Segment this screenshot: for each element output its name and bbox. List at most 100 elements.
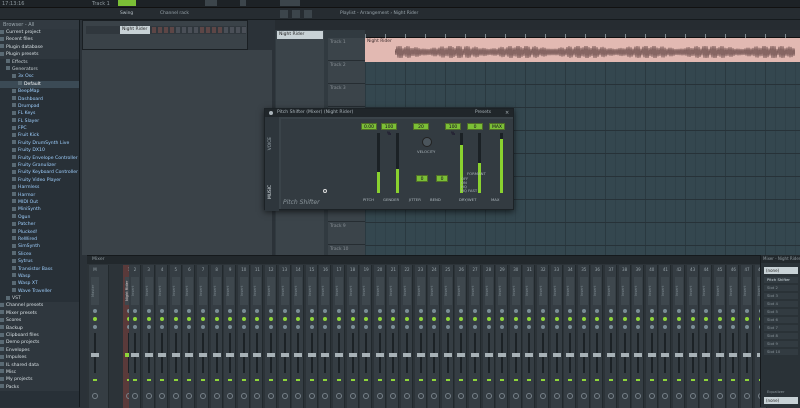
- route-icon[interactable]: [213, 393, 220, 399]
- pan-dot[interactable]: [269, 317, 273, 321]
- mixer-strip[interactable]: 14 Insert: [292, 265, 305, 408]
- mixer-strip[interactable]: 38 Insert: [618, 265, 631, 408]
- mixer-strip[interactable]: 15 Insert: [305, 265, 318, 408]
- tab-music[interactable]: MUSIC: [268, 185, 273, 199]
- mixer-strip[interactable]: 31 Insert: [523, 265, 536, 408]
- step-pad[interactable]: [158, 27, 162, 33]
- mixer-strip[interactable]: 20 Insert: [373, 265, 386, 408]
- fx-slot[interactable]: Slot 9: [764, 341, 798, 347]
- fader-cap[interactable]: [511, 353, 520, 357]
- pan-dot[interactable]: [704, 325, 709, 329]
- step-pad[interactable]: [242, 27, 246, 33]
- browser-item[interactable]: MIDI Out: [0, 199, 79, 206]
- mixer-strip[interactable]: 2 Insert: [129, 265, 141, 408]
- pan-dot[interactable]: [255, 309, 260, 313]
- pan-dot[interactable]: [622, 309, 627, 313]
- pan-dot[interactable]: [473, 309, 477, 313]
- pan-dot[interactable]: [731, 325, 736, 329]
- fx-slot[interactable]: Slot 10: [764, 349, 798, 355]
- fader-cap[interactable]: [702, 353, 711, 357]
- track-header[interactable]: Track 2: [328, 61, 365, 84]
- fader-cap[interactable]: [321, 353, 330, 357]
- route-icon[interactable]: [336, 393, 342, 399]
- pan-dot[interactable]: [296, 325, 301, 329]
- pan-dot[interactable]: [649, 325, 654, 329]
- pan-dot[interactable]: [214, 317, 219, 321]
- step-pad[interactable]: [236, 27, 240, 33]
- pan-dot[interactable]: [609, 317, 613, 321]
- pan-dot[interactable]: [568, 325, 573, 329]
- plugin-value-display[interactable]: 100 %: [381, 123, 397, 137]
- pan-dot[interactable]: [364, 309, 369, 313]
- browser-item[interactable]: Misc: [0, 368, 79, 377]
- route-icon[interactable]: [567, 393, 574, 399]
- pan-dot[interactable]: [160, 317, 165, 321]
- pan-dot[interactable]: [337, 309, 341, 313]
- fader-cap[interactable]: [457, 353, 466, 357]
- pan-dot[interactable]: [581, 317, 586, 321]
- pan-dot[interactable]: [282, 317, 287, 321]
- pan-dot[interactable]: [146, 317, 151, 321]
- route-icon[interactable]: [186, 393, 193, 399]
- track-header[interactable]: Track 9: [328, 222, 365, 245]
- route-icon[interactable]: [159, 393, 166, 399]
- browser-item[interactable]: Plugin database: [0, 43, 79, 52]
- fader-cap[interactable]: [131, 353, 139, 357]
- pan-dot[interactable]: [609, 325, 613, 329]
- route-icon[interactable]: [689, 393, 696, 399]
- pan-dot[interactable]: [527, 317, 532, 321]
- pan-dot[interactable]: [731, 309, 736, 313]
- pan-dot[interactable]: [364, 325, 369, 329]
- presets-label[interactable]: Presets: [475, 110, 491, 115]
- fader-cap[interactable]: [471, 353, 479, 357]
- browser-item[interactable]: Plugin presets: [0, 51, 79, 59]
- mixer-strip[interactable]: 18 Insert: [346, 265, 359, 408]
- mixer-strip[interactable]: 28 Insert: [482, 265, 495, 408]
- pan-dot[interactable]: [405, 317, 409, 321]
- pan-dot[interactable]: [146, 309, 151, 313]
- route-icon[interactable]: [703, 393, 710, 399]
- browser-item[interactable]: Harmless: [0, 184, 79, 191]
- pan-dot[interactable]: [745, 325, 749, 329]
- route-icon[interactable]: [268, 393, 274, 399]
- fader-cap[interactable]: [199, 353, 207, 357]
- pan-dot[interactable]: [513, 309, 518, 313]
- browser-item[interactable]: ReWired: [0, 236, 79, 243]
- browser-item[interactable]: Mixer presets: [0, 309, 79, 318]
- tab-voice[interactable]: VOICE: [268, 137, 273, 150]
- fx-slot-1[interactable]: Pitch Shifter: [764, 277, 798, 283]
- pan-dot[interactable]: [554, 325, 559, 329]
- pan-dot[interactable]: [269, 309, 273, 313]
- fader-cap[interactable]: [375, 353, 384, 357]
- mixer-strip[interactable]: 6 Insert: [183, 265, 196, 408]
- fader-cap[interactable]: [389, 353, 398, 357]
- pan-dot[interactable]: [432, 317, 437, 321]
- pan-dot[interactable]: [636, 309, 641, 313]
- pan-dot[interactable]: [309, 317, 314, 321]
- fader-cap[interactable]: [498, 353, 507, 357]
- plugin-value-display[interactable]: 100 %: [445, 123, 461, 137]
- route-icon[interactable]: [635, 393, 642, 399]
- route-icon[interactable]: [485, 393, 492, 399]
- pan-dot[interactable]: [445, 325, 450, 329]
- fx-slot[interactable]: Slot 3: [764, 293, 798, 299]
- pan-dot[interactable]: [500, 325, 505, 329]
- mixer-strip[interactable]: 5 Insert: [169, 265, 182, 408]
- pan-dot[interactable]: [513, 325, 518, 329]
- browser-item[interactable]: Current project: [0, 29, 79, 37]
- mixer-strip[interactable]: 24 Insert: [428, 265, 441, 408]
- fader-cap[interactable]: [158, 353, 167, 357]
- browser-item[interactable]: Transistor Bass: [0, 266, 79, 273]
- pan-dot[interactable]: [173, 309, 178, 313]
- route-icon[interactable]: [145, 393, 152, 399]
- pan-dot[interactable]: [595, 317, 600, 321]
- browser-item[interactable]: Impulses: [0, 354, 79, 362]
- route-icon[interactable]: [662, 393, 669, 399]
- pan-dot[interactable]: [133, 317, 137, 321]
- pan-dot[interactable]: [377, 325, 382, 329]
- route-icon[interactable]: [363, 393, 370, 399]
- route-icon[interactable]: [281, 393, 288, 399]
- pan-dot[interactable]: [473, 317, 477, 321]
- pan-dot[interactable]: [622, 325, 627, 329]
- route-icon[interactable]: [200, 393, 206, 399]
